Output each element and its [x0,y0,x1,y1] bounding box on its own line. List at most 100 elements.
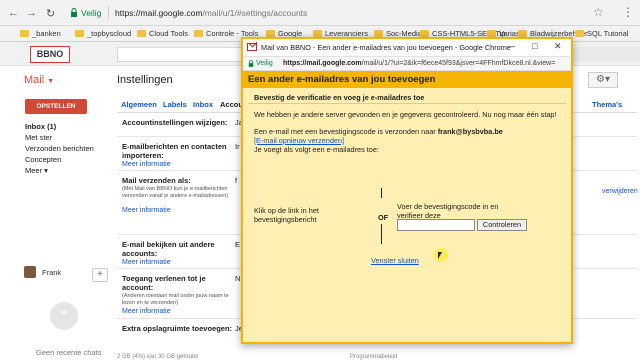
storage-usage: 2 GB (4%) van 30 GB gebruikt [117,354,199,360]
add-address-popup: Mail van BBNO - Een ander e-mailadres va… [241,37,573,344]
row-account-settings-label: Accountinstellingen wijzigen: [122,118,228,127]
row-storage-label: Extra opslagruimte toevoegen: [122,324,233,333]
maximize-icon[interactable]: □ [532,41,537,51]
bookmark-item[interactable]: Cloud Tools [137,29,188,38]
folder-icon [518,30,527,37]
close-icon[interactable]: ✕ [554,41,562,52]
row-fetch-link[interactable]: Meer informatie [122,259,171,266]
caret-down-icon: ▼ [47,78,55,85]
account-area[interactable] [570,47,640,62]
bookmark-item[interactable]: _banken [20,29,61,38]
row-send-as-link[interactable]: Meer informatie [122,207,171,214]
popup-address-bar[interactable]: Veilig https://mail.google.com/mail/u/1/… [243,57,571,71]
popup-window-title: Mail van BBNO - Een ander e-mailadres va… [261,43,511,52]
no-chats-text: Geen recente chats [36,348,102,357]
sidebar-item-more[interactable]: Meer ▾ [25,166,48,175]
profile-name: Frank [42,268,62,277]
back-icon[interactable]: ← [8,7,19,19]
folder-icon [313,30,322,37]
mail-switcher[interactable]: Mail ▼ [24,74,54,86]
close-window-link[interactable]: Venster sluiten [371,256,419,265]
resend-email-link[interactable]: [E-mail opnieuw verzenden] [254,136,344,145]
tab-labels[interactable]: Labels [163,100,187,109]
bookmark-label: _banken [32,29,61,38]
lock-icon [248,60,254,67]
chrome-menu-icon[interactable]: ⋮ [622,5,634,19]
secure-label: Veilig [81,8,102,18]
page-title: Instellingen [117,74,173,86]
or-line-top [381,188,382,198]
tab-general[interactable]: Algemeen [121,100,157,109]
folder-icon [575,30,584,37]
row-fetch-label: E-mail bekijken uit andere accounts: [122,240,215,258]
popup-url: https://mail.google.com/mail/u/1/?ui=2&i… [283,60,555,67]
row-import-link[interactable]: Meer informatie [122,161,171,168]
bookmark-star-icon[interactable]: ☆ [593,5,604,19]
row-delegate-value: N [235,274,241,283]
tab-accounts[interactable]: Accou [220,100,243,109]
adding-text: Je voegt als volgt een e-mailadres toe: [254,145,379,154]
or-line-bottom [381,224,382,244]
step-title: Bevestig de verificatie en voeg je e-mai… [254,93,425,102]
tab-inbox[interactable]: Inbox [193,100,213,109]
minimize-icon[interactable]: – [510,41,515,51]
url-separator [108,6,109,19]
row-send-as-label: Mail verzenden als: [122,176,191,185]
popup-secure-label: Veilig [256,60,273,67]
folder-icon [420,30,429,37]
folder-icon [487,30,496,37]
bookmark-label: Cloud Tools [149,29,189,38]
popup-header: Een ander e-mailadres van jou toevoegen [243,71,571,88]
row-send-as-help: (Met Mail van BBNO kun je e-mailberichte… [122,186,229,199]
add-contact-button[interactable]: + [92,268,108,282]
mouse-cursor-icon [438,252,442,259]
info-text: We hebben je andere server gevonden en j… [254,110,557,119]
folder-icon [194,30,203,37]
popup-body: Bevestig de verificatie en voeg je e-mai… [243,88,571,342]
row-delegate-help: (Anderen toestaan mail onder jouw naam t… [122,293,229,306]
verify-button[interactable]: Controleren [477,219,527,231]
folder-icon [374,30,383,37]
reload-icon[interactable]: ↻ [46,7,55,20]
folder-icon [266,30,275,37]
address-bar[interactable]: https://mail.google.com/mail/u/1/#settin… [115,8,307,18]
folder-icon [137,30,146,37]
hangouts-quote-icon: “ [50,302,78,330]
sidebar-item-drafts[interactable]: Concepten [25,155,61,164]
gmail-icon [247,43,257,51]
sent-prefix: Een e-mail met een bevestigingscode is v… [254,127,436,136]
sidebar-item-starred[interactable]: Met ster [25,133,52,142]
bookmark-item[interactable]: SQL Tutorial [575,29,628,38]
verification-code-input[interactable] [397,219,475,231]
mail-label: Mail [24,74,45,86]
delete-link[interactable]: verwijderen [602,188,638,195]
forward-icon[interactable]: → [26,7,37,19]
sidebar-item-inbox[interactable]: Inbox (1) [25,122,56,131]
url-path: /mail/u/1/#settings/accounts [202,8,308,18]
avatar [24,266,36,278]
sent-email: frank@bysbvba.be [437,127,503,136]
row-import-label: E-mailberichten en contacten importeren: [122,142,227,160]
bbno-logo[interactable]: BBNO [30,46,70,63]
sent-text: Een e-mail met een bevestigingscode is v… [254,127,503,136]
bookmark-item[interactable]: _topbyscloud [75,29,131,38]
search-input[interactable] [117,47,243,62]
tab-themes[interactable]: Thema's [592,100,622,109]
gear-icon[interactable]: ⚙▾ [588,72,618,88]
browser-toolbar: ← → ↻ Veilig https://mail.google.com/mai… [0,0,640,26]
compose-button[interactable]: OPSTELLEN [25,99,87,114]
link-instruction: Klik op de link in het bevestigingsberic… [254,206,319,224]
popup-url-host: https://mail.google.com [283,60,362,67]
sidebar-item-sent[interactable]: Verzonden berichten [25,144,94,153]
row-delegate-link[interactable]: Meer informatie [122,308,171,315]
row-fetch-value: E [235,240,241,249]
folder-icon [75,30,84,37]
program-policy-link[interactable]: Programmabeleid [350,354,397,360]
url-host: https://mail.google.com [115,8,203,18]
folder-icon [20,30,29,37]
row-import-value: Ir [235,142,240,151]
popup-titlebar: Mail van BBNO - Een ander e-mailadres va… [243,39,571,57]
popup-heading: Een ander e-mailadres van jou toevoegen [248,74,436,85]
row-send-as-value: f [235,176,238,185]
code-instruction: Voer de bevestigingscode in en verifieer… [397,202,499,220]
